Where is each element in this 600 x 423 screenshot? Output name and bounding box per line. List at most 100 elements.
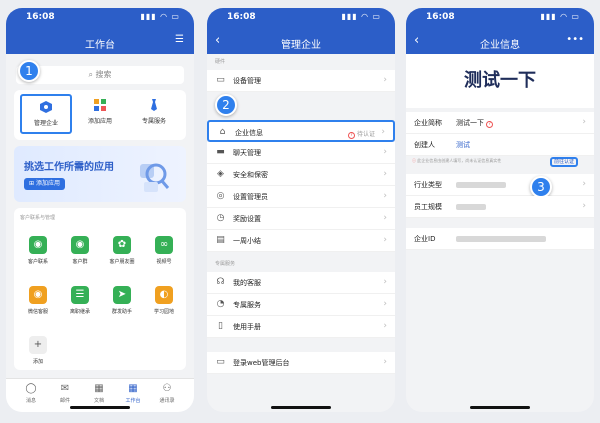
search-input[interactable]: ⌕ 搜索 <box>16 66 184 84</box>
chevron-right-icon: › <box>383 147 387 157</box>
group-label: 硬件 <box>215 59 226 65</box>
banner-add-app-button[interactable]: ⊞ 添加应用 <box>24 178 65 190</box>
app-resign-inherit[interactable]: ☰ 离职继承 <box>60 286 100 315</box>
contacts-icon: ⚇ <box>162 383 172 394</box>
app-wechat-service[interactable]: ◉ 微信客服 <box>18 286 58 315</box>
row-industry[interactable]: 行业类型 › <box>406 174 594 196</box>
status-time: 16:08 <box>227 12 256 22</box>
tab-label: 工作台 <box>125 398 141 404</box>
exclusive-service-button[interactable]: 专属服务 <box>128 94 180 134</box>
search-placeholder: 搜索 <box>95 70 112 79</box>
row-label: 企业ID <box>414 235 436 243</box>
filter-icon[interactable]: ☰ <box>175 34 184 45</box>
add-app-button[interactable]: 添加应用 <box>74 94 126 134</box>
app-moments[interactable]: ✿ 客户朋友圈 <box>102 236 142 265</box>
quick-actions: 管理企业 添加应用 专属服务 <box>14 90 186 140</box>
row-security[interactable]: ◈ 安全和保密 › <box>207 164 395 186</box>
question-icon: ? <box>486 121 494 128</box>
banner-title: 挑选工作所需的应用 <box>24 162 114 173</box>
app-channels[interactable]: ∞ 视频号 <box>144 236 184 265</box>
workbench-icon: ▦ <box>128 383 138 394</box>
row-staff-size[interactable]: 员工规模 › <box>406 196 594 218</box>
tab-label: 文档 <box>93 398 104 404</box>
row-weekly[interactable]: ▤ 一周小结 › <box>207 230 395 252</box>
navbar: 16:08 ▮▮▮ ◠ ▭ 工作台 ☰ <box>6 8 194 54</box>
manage-company-button[interactable]: 管理企业 <box>20 94 72 134</box>
status-bar: 16:08 ▮▮▮ ◠ ▭ <box>6 12 194 26</box>
tab-label: 通讯录 <box>159 398 175 404</box>
app-label: 添加 <box>32 359 43 365</box>
admin-icon: ◎ <box>216 191 225 201</box>
web-icon: ▭ <box>216 357 225 367</box>
status-icons: ▮▮▮ ◠ ▭ <box>140 12 180 21</box>
go-verify-button[interactable]: 前往认证 <box>549 157 578 167</box>
row-short-name[interactable]: 企业简称 测试一下 ? › <box>406 112 594 134</box>
phone-workbench: 16:08 ▮▮▮ ◠ ▭ 工作台 ☰ ⌕ 搜索 管理企业 添加应用 专属服务 … <box>6 8 194 412</box>
row-my-service[interactable]: ☊ 我的客服 › <box>207 272 395 294</box>
tab-contacts[interactable]: ⚇ 通讯录 <box>152 383 182 404</box>
navbar: 16:08 ▮▮▮ ◠ ▭ ‹ 管理企业 <box>207 8 395 54</box>
search-icon: ⌕ <box>88 70 96 79</box>
home-indicator <box>70 406 130 409</box>
tab-mail[interactable]: ✉ 邮件 <box>50 383 80 404</box>
banner[interactable]: 挑选工作所需的应用 ⊞ 添加应用 <box>14 146 186 202</box>
tie-icon <box>151 99 157 111</box>
app-learning[interactable]: ◐ 学习园地 <box>144 286 184 315</box>
row-creator: 创建人 测试 <box>406 134 594 156</box>
home-indicator <box>271 406 331 409</box>
mass-send-icon: ➤ <box>113 286 131 304</box>
row-exclusive-service[interactable]: ◔ 专属服务 › <box>207 294 395 316</box>
page-title: 工作台 <box>85 40 115 51</box>
redacted-value <box>456 182 506 188</box>
row-company-info[interactable]: ⌂ 企业信息 ? 待认证 › <box>207 120 395 142</box>
app-add[interactable]: + 添加 <box>18 336 58 365</box>
service-icon: ◔ <box>216 299 225 309</box>
tab-workbench[interactable]: ▦ 工作台 <box>118 383 148 404</box>
home-icon: ⌂ <box>219 127 226 137</box>
headset-icon: ☊ <box>216 277 225 287</box>
device-icon: ▭ <box>216 75 225 85</box>
row-device-manage[interactable]: ▭ 设备管理 › <box>207 70 395 92</box>
tab-label: 消息 <box>25 398 36 404</box>
hexagon-icon <box>40 101 52 113</box>
status-time: 16:08 <box>426 12 455 22</box>
row-reward[interactable]: ◷ 奖励设置 › <box>207 208 395 230</box>
wechat-service-icon: ◉ <box>29 286 47 304</box>
app-label: 群发助手 <box>111 309 132 315</box>
row-label: 我的客服 <box>233 279 261 287</box>
phone-manage-company: 16:08 ▮▮▮ ◠ ▭ ‹ 管理企业 硬件 ▭ 设备管理 › 2 ⌂ 企业信息 ? 待… <box>207 8 395 412</box>
row-label: 员工规模 <box>414 203 442 211</box>
row-label: 创建人 <box>414 141 435 149</box>
app-label: 客户群 <box>72 259 88 265</box>
chevron-right-icon: › <box>383 213 387 223</box>
app-label: 客户联系 <box>27 259 48 265</box>
chevron-right-icon: › <box>381 127 385 137</box>
row-admin[interactable]: ◎ 设置管理员 › <box>207 186 395 208</box>
chat-icon: ▬ <box>216 147 225 157</box>
app-customer-contact[interactable]: ◉ 客户联系 <box>18 236 58 265</box>
chevron-right-icon: › <box>383 191 387 201</box>
tab-bar: ◯ 消息 ✉ 邮件 ▦ 文档 ▦ 工作台 ⚇ 通讯录 <box>6 378 194 412</box>
row-label: 专属服务 <box>233 301 261 309</box>
app-label: 视频号 <box>156 259 172 265</box>
app-label: 离职继承 <box>69 309 90 315</box>
resign-inherit-icon: ☰ <box>71 286 89 304</box>
row-label: 行业类型 <box>414 181 442 189</box>
quick-label: 添加应用 <box>87 118 112 125</box>
tab-docs[interactable]: ▦ 文档 <box>84 383 114 404</box>
mail-icon: ✉ <box>60 383 70 394</box>
row-label: 登录web管理后台 <box>233 359 290 367</box>
chevron-right-icon: › <box>383 277 387 287</box>
app-label: 学习园地 <box>153 309 174 315</box>
row-chat-manage[interactable]: ▬ 聊天管理 › <box>207 142 395 164</box>
row-manual[interactable]: ▯ 使用手册 › <box>207 316 395 338</box>
row-label: 企业简称 <box>414 119 442 127</box>
customer-contact-icon: ◉ <box>29 236 47 254</box>
row-value: 测试 <box>456 141 470 149</box>
app-customer-group[interactable]: ◉ 客户群 <box>60 236 100 265</box>
doc-icon: ▦ <box>94 383 104 394</box>
app-mass-send[interactable]: ➤ 群发助手 <box>102 286 142 315</box>
tab-messages[interactable]: ◯ 消息 <box>16 383 46 404</box>
more-icon[interactable]: ••• <box>566 34 584 45</box>
row-web-login[interactable]: ▭ 登录web管理后台 › <box>207 352 395 374</box>
